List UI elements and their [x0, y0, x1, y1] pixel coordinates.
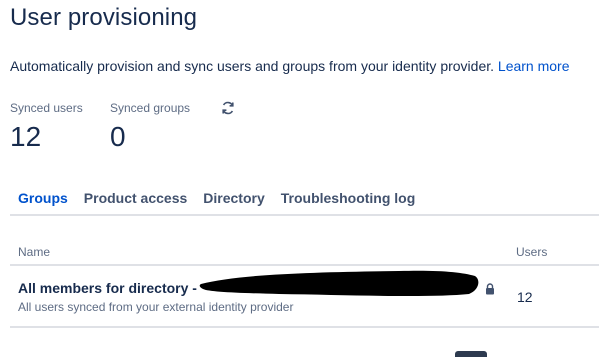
partially-visible-button[interactable] — [455, 351, 487, 357]
column-header-users[interactable]: Users — [516, 245, 547, 259]
synced-users-value: 12 — [10, 121, 42, 152]
table-row-divider — [10, 326, 599, 328]
page-title: User provisioning — [10, 4, 198, 31]
group-name-link[interactable]: All members for directory - — [18, 280, 197, 296]
synced-groups-label: Synced groups — [110, 101, 191, 115]
tab-product-access[interactable]: Product access — [76, 190, 196, 212]
page-description: Automatically provision and sync users a… — [10, 58, 570, 74]
sync-icon[interactable] — [220, 100, 236, 116]
group-user-count: 12 — [517, 289, 533, 305]
synced-groups-stat: Synced groups 0 — [110, 101, 190, 153]
redaction-mark — [199, 270, 479, 297]
column-header-name[interactable]: Name — [18, 245, 50, 259]
learn-more-link[interactable]: Learn more — [498, 58, 570, 74]
tab-groups[interactable]: Groups — [10, 190, 76, 216]
tabs-divider — [10, 214, 599, 216]
description-text: Automatically provision and sync users a… — [10, 58, 495, 74]
group-description: All users synced from your external iden… — [18, 300, 294, 314]
table-header-divider — [10, 264, 599, 266]
lock-icon — [486, 283, 494, 295]
tab-troubleshooting-log[interactable]: Troubleshooting log — [273, 190, 424, 212]
tab-directory[interactable]: Directory — [195, 190, 272, 212]
synced-users-label: Synced users — [10, 101, 83, 115]
tab-list: Groups Product access Directory Troubles… — [10, 190, 424, 216]
synced-groups-value: 0 — [110, 121, 126, 152]
synced-users-stat: Synced users 12 — [10, 101, 83, 153]
